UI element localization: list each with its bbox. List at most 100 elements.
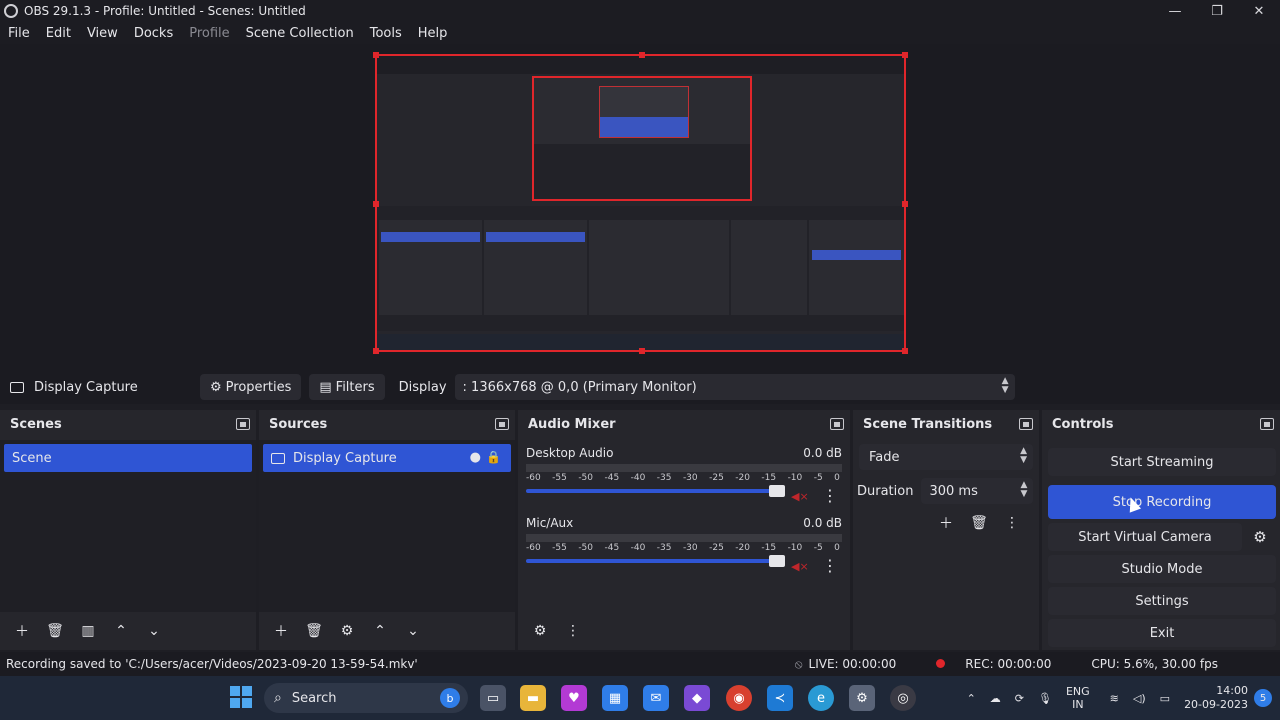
exit-button[interactable]: Exit [1048, 619, 1276, 647]
language-indicator[interactable]: ENG IN [1066, 685, 1090, 711]
slider-knob[interactable] [769, 555, 785, 567]
menu-profile[interactable]: Profile [181, 26, 237, 41]
filters-button[interactable]: ▤ Filters [309, 374, 385, 400]
task-view-icon[interactable]: ▭ [480, 685, 506, 711]
chrome-icon[interactable]: ◉ [726, 685, 752, 711]
windows-start-icon[interactable] [230, 686, 252, 708]
file-explorer-icon[interactable]: ▬ [520, 685, 546, 711]
sync-icon[interactable]: ⟳ [1015, 692, 1024, 705]
speaker-icon[interactable]: ◁) [1133, 692, 1146, 705]
scene-item-label: Scene [12, 450, 52, 466]
vscode-icon[interactable]: ≺ [767, 685, 793, 711]
bing-icon[interactable]: b [440, 688, 460, 708]
search-icon: ⌕ [274, 690, 282, 706]
mixer-menu-button[interactable]: ⋮ [559, 618, 587, 644]
rec-status: REC: 00:00:00 [936, 657, 1071, 671]
undock-icon[interactable] [1260, 418, 1274, 430]
move-scene-down-button[interactable]: ⌄ [140, 618, 168, 644]
nested-preview [532, 76, 752, 201]
display-select[interactable]: : 1366x768 @ 0,0 (Primary Monitor) ▲ ▼ [454, 374, 1015, 400]
edge-icon[interactable]: e [808, 685, 834, 711]
add-scene-button[interactable]: ＋ [8, 618, 36, 644]
slider-knob[interactable] [769, 485, 785, 497]
menu-tools[interactable]: Tools [362, 26, 410, 41]
remove-scene-button[interactable]: 🗑 [41, 618, 69, 644]
undock-icon[interactable] [495, 418, 509, 430]
source-item[interactable]: Display Capture ● 🔒 [263, 444, 511, 472]
mute-speaker-icon[interactable]: ◀× [791, 560, 809, 573]
menu-scene-collection[interactable]: Scene Collection [238, 26, 362, 41]
virtual-camera-settings-icon[interactable]: ⚙ [1246, 523, 1274, 551]
menu-help[interactable]: Help [410, 26, 456, 41]
status-bar: Recording saved to 'C:/Users/acer/Videos… [0, 652, 1280, 676]
broadcast-icon: ⦸ [794, 656, 803, 671]
properties-button[interactable]: ⚙ Properties [200, 374, 302, 400]
wifi-icon[interactable]: ≋ [1110, 692, 1119, 705]
settings-button[interactable]: Settings [1048, 587, 1276, 615]
move-source-up-button[interactable]: ⌃ [366, 618, 394, 644]
taskbar-search[interactable]: ⌕ Search b [264, 683, 468, 713]
maximize-button[interactable]: ❐ [1196, 0, 1238, 22]
scenes-list: Scene [0, 440, 256, 612]
source-properties-button[interactable]: ⚙ [333, 618, 361, 644]
start-virtual-camera-button[interactable]: Start Virtual Camera [1048, 523, 1242, 551]
transition-select[interactable]: Fade ▲ ▼ [859, 444, 1033, 470]
advanced-audio-button[interactable]: ⚙ [526, 618, 554, 644]
meter-ticks: -60 -55 -50 -45 -40 -35 -30 -25 -20 -15 -10 -5 0 [526, 473, 840, 483]
transitions-header: Scene Transitions [853, 410, 1039, 438]
scene-item[interactable]: Scene [4, 444, 252, 472]
preview-area[interactable] [0, 44, 1280, 370]
volume-slider[interactable] [526, 555, 785, 567]
menu-file[interactable]: File [0, 26, 38, 41]
taskbar-clock[interactable]: 14:00 20-09-2023 [1184, 684, 1248, 712]
undock-icon[interactable] [830, 418, 844, 430]
mixer-channel-mic: Mic/Aux 0.0 dB -60 -55 -50 -45 -40 -35 -30 -25-… [526, 516, 842, 578]
battery-icon[interactable]: ▭ [1160, 692, 1170, 705]
move-scene-up-button[interactable]: ⌃ [107, 618, 135, 644]
app-heart-icon[interactable]: ♥ [561, 685, 587, 711]
stop-recording-button[interactable]: Stop Recording [1048, 485, 1276, 519]
settings-app-icon[interactable]: ⚙ [849, 685, 875, 711]
undock-icon[interactable] [1019, 418, 1033, 430]
menu-edit[interactable]: Edit [38, 26, 79, 41]
app-diamond-icon[interactable]: ◆ [684, 685, 710, 711]
store-icon[interactable]: ▦ [602, 685, 628, 711]
volume-slider[interactable] [526, 485, 785, 497]
lock-icon[interactable]: 🔒 [486, 450, 501, 464]
channel-menu-button[interactable]: ⋮ [822, 556, 838, 575]
add-transition-button[interactable]: ＋ [932, 510, 960, 536]
preview-canvas[interactable] [373, 52, 908, 354]
menu-bar: File Edit View Docks Profile Scene Colle… [0, 22, 1280, 44]
tray-chevron-icon[interactable]: ⌃ [967, 692, 976, 705]
undock-icon[interactable] [236, 418, 250, 430]
microphone-icon[interactable]: 🎙 [1038, 692, 1052, 705]
move-source-down-button[interactable]: ⌄ [399, 618, 427, 644]
menu-view[interactable]: View [79, 26, 126, 41]
live-status: ⦸ LIVE: 00:00:00 [795, 657, 917, 672]
visibility-eye-icon[interactable]: ● [470, 450, 481, 465]
minimize-button[interactable]: — [1154, 0, 1196, 22]
scene-filters-button[interactable]: ▥ [74, 618, 102, 644]
window-title: OBS 29.1.3 - Profile: Untitled - Scenes:… [24, 4, 306, 18]
remove-source-button[interactable]: 🗑 [300, 618, 328, 644]
close-button[interactable]: ✕ [1238, 0, 1280, 22]
remove-transition-button[interactable]: 🗑 [965, 510, 993, 536]
menu-docks[interactable]: Docks [126, 26, 181, 41]
duration-row: Duration 300 ms ▲ ▼ [857, 478, 1034, 504]
spin-arrows-icon[interactable]: ▲ ▼ [1021, 481, 1028, 499]
transition-menu-button[interactable]: ⋮ [998, 510, 1026, 536]
start-streaming-button[interactable]: Start Streaming [1048, 448, 1276, 476]
search-placeholder: Search [291, 690, 337, 706]
channel-menu-button[interactable]: ⋮ [822, 486, 838, 505]
studio-mode-button[interactable]: Studio Mode [1048, 555, 1276, 583]
duration-input[interactable]: 300 ms ▲ ▼ [921, 478, 1034, 504]
mail-icon[interactable]: ✉ [643, 685, 669, 711]
duration-value: 300 ms [929, 483, 978, 499]
cloud-icon[interactable]: ☁ [990, 692, 1001, 705]
notification-icon[interactable]: 5 [1254, 689, 1272, 707]
lang-bottom: IN [1072, 698, 1084, 711]
scene-transitions-dock: Scene Transitions Fade ▲ ▼ Duration 300 m… [853, 410, 1039, 650]
obs-taskbar-icon[interactable]: ◎ [890, 685, 916, 711]
mute-speaker-icon[interactable]: ◀× [791, 490, 809, 503]
add-source-button[interactable]: ＋ [267, 618, 295, 644]
